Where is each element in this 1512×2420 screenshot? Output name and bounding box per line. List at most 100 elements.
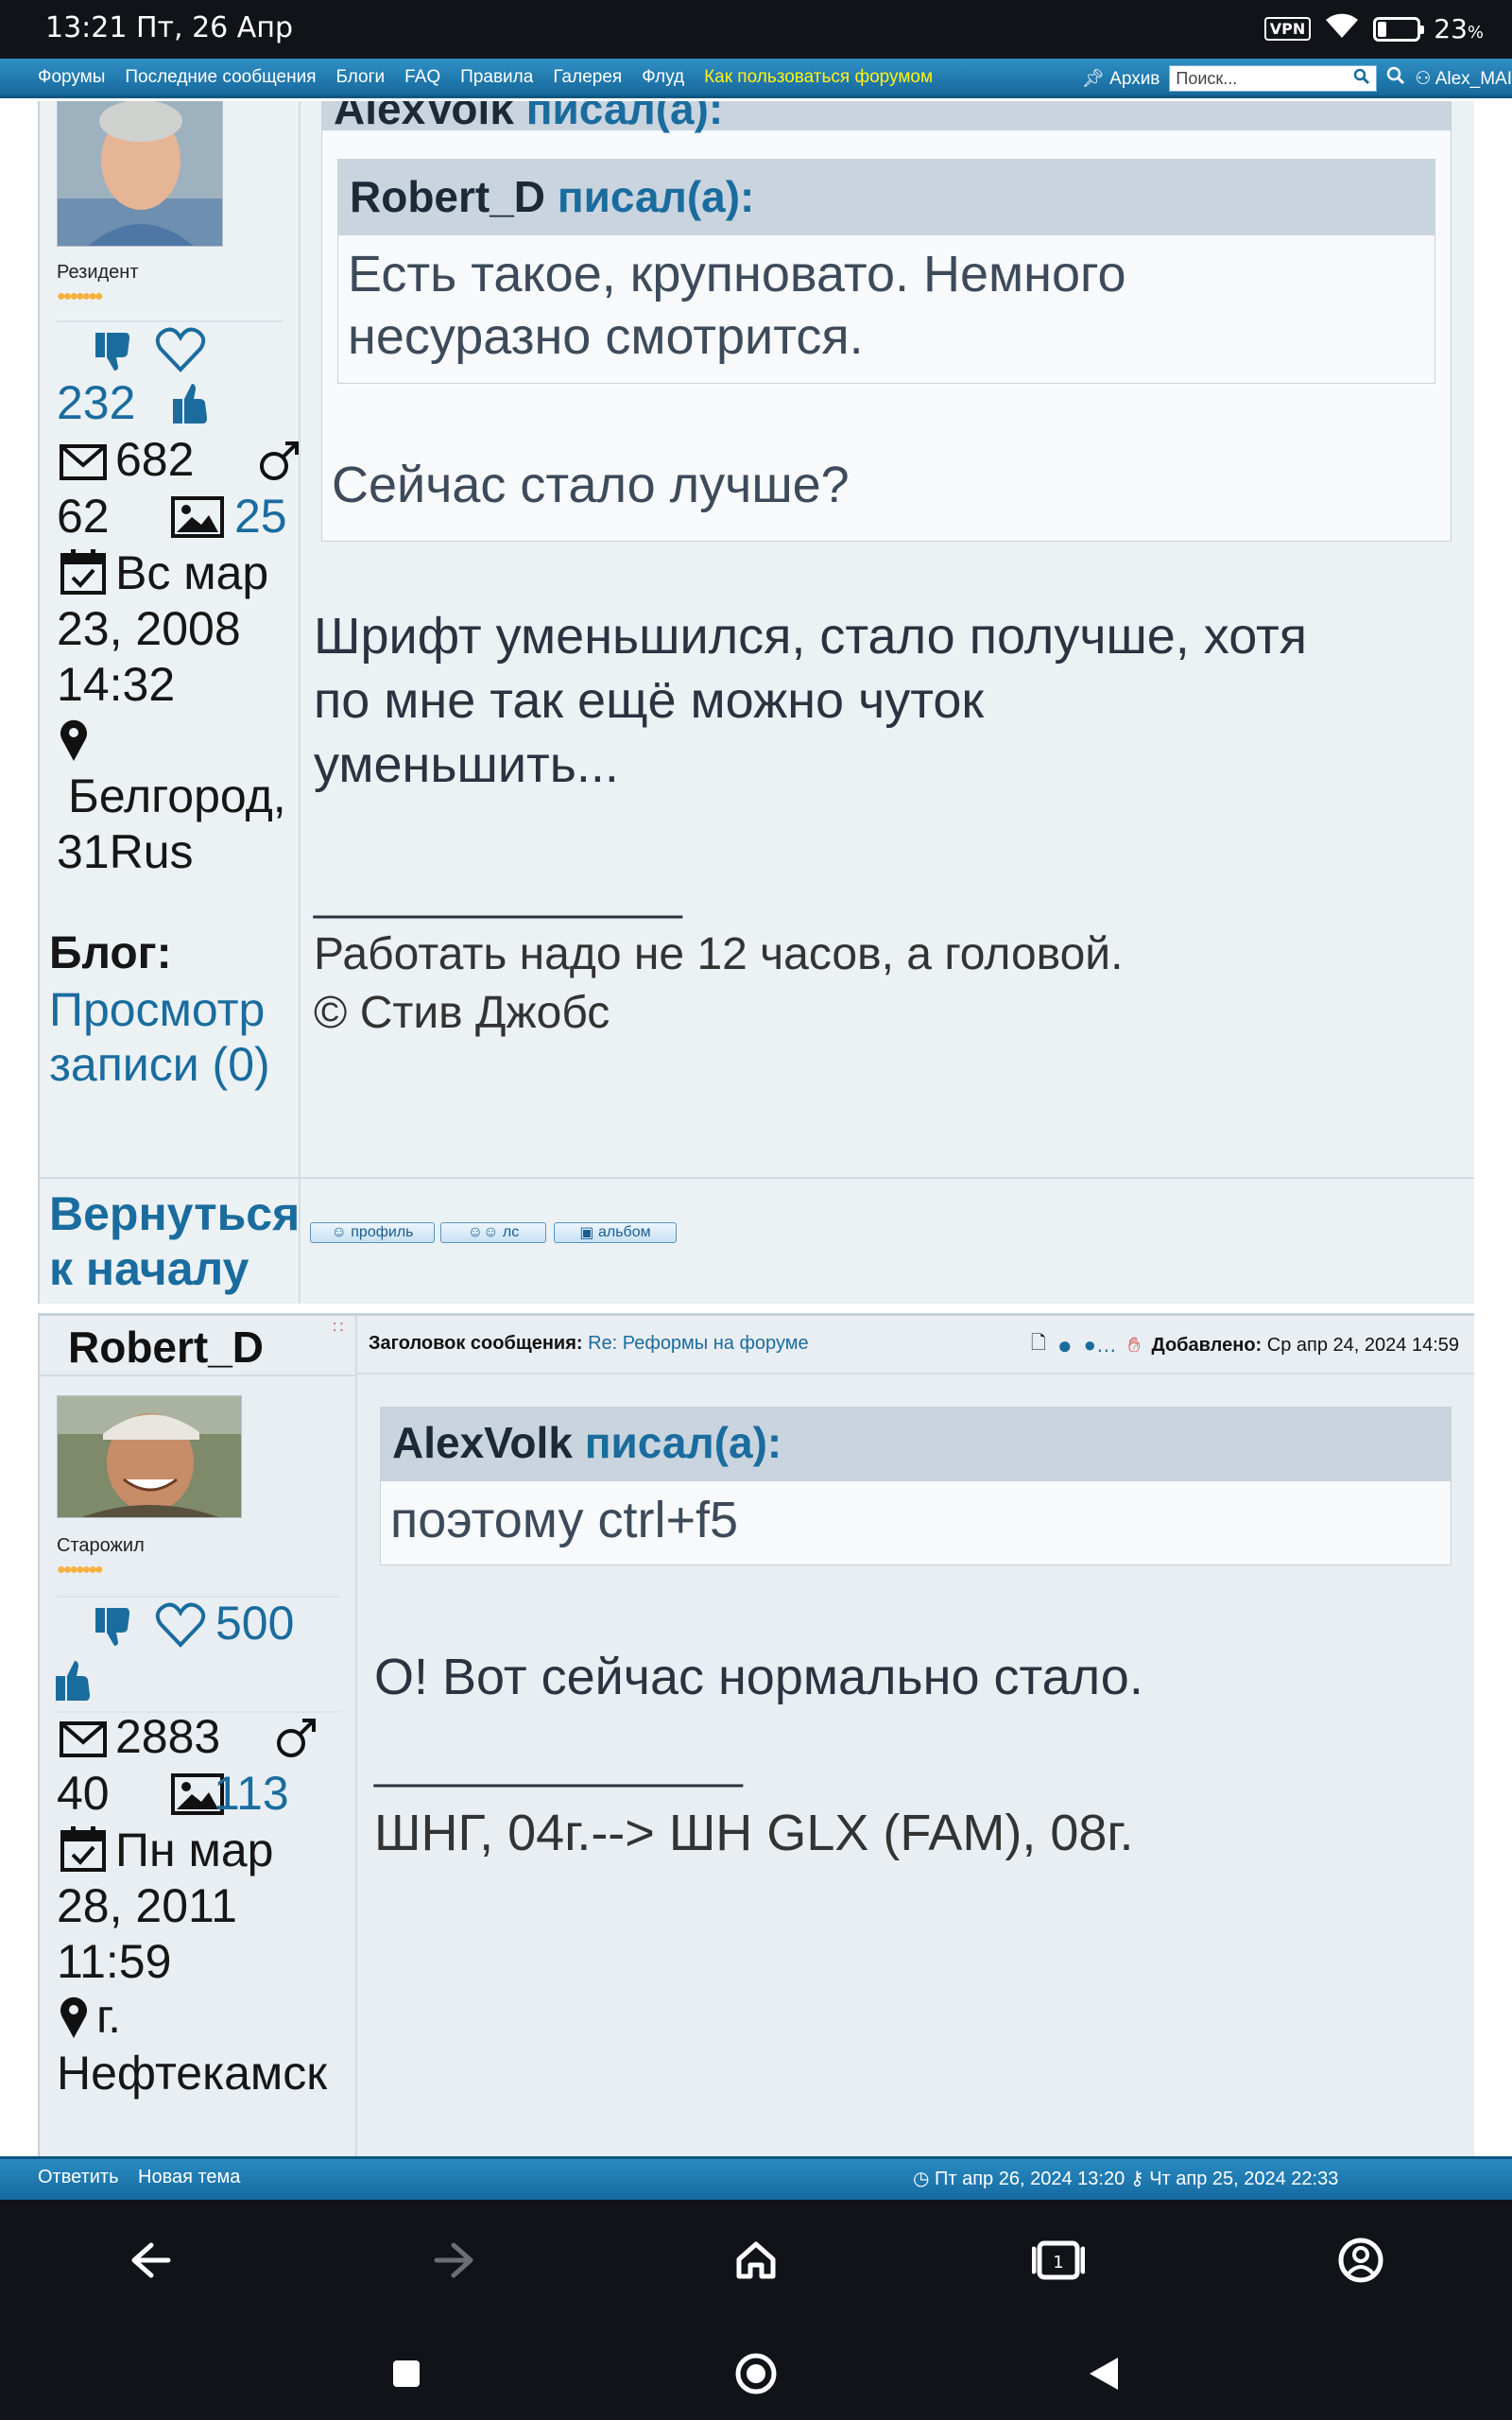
quote-author[interactable]: AlexVolk: [334, 101, 514, 133]
report-icon[interactable]: ✋︎: [1128, 1333, 1141, 1357]
calendar-icon: [57, 1823, 110, 1876]
author-name-divider: [40, 1374, 357, 1376]
post-subject: Заголовок сообщения: Re: Реформы на фору…: [369, 1333, 809, 1355]
nested-quote: Robert_D писал(а): Есть такое, крупноват…: [337, 159, 1435, 384]
message-line1: Шрифт уменьшился, стало получше, хотя: [314, 608, 1308, 665]
svg-text:1: 1: [1053, 2253, 1063, 2273]
post-author-profile: Резидент ●●●●●●● 232 682 62 25 Вс мар 23…: [40, 101, 301, 1304]
reg-date-line1: Пн мар: [115, 1824, 274, 1876]
advanced-search-icon[interactable]: [1386, 66, 1405, 91]
last-visit: ⚷ Чт апр 25, 2024 22:33: [1130, 2169, 1339, 2189]
heart-icon[interactable]: [151, 320, 210, 379]
forum-bottom-bar: Ответить Новая тема ◷ Пт апр 26, 2024 13…: [0, 2156, 1512, 2200]
post-author-profile: Robert_D ∷ Старожил ●●●●●●● 500 2883 40 …: [40, 1316, 357, 2156]
nav-rules[interactable]: Правила: [460, 67, 533, 88]
blog-link-line1[interactable]: Просмотр: [49, 982, 265, 1038]
nested-quote-text-line1: Есть такое, крупновато. Немного: [348, 246, 1126, 302]
location-line1: г.: [96, 1990, 122, 2043]
nested-quote-author[interactable]: Robert_D: [350, 172, 545, 221]
back-to-top-line2[interactable]: к началу: [49, 1241, 249, 1297]
account-icon[interactable]: [1332, 2232, 1389, 2289]
likes-count[interactable]: 232: [57, 375, 135, 431]
post-message: О! Вот сейчас нормально стало.: [374, 1649, 1143, 1705]
signature-line2: © Стив Джобс: [314, 988, 610, 1038]
outer-quote-header: AlexVolk писал(а):: [322, 101, 1451, 133]
forward-arrow-icon[interactable]: [425, 2232, 482, 2289]
battery-level: [1378, 21, 1387, 37]
system-home-icon[interactable]: [728, 2345, 784, 2402]
avatar[interactable]: [57, 101, 223, 247]
like-icon[interactable]: [47, 1654, 100, 1707]
post-actions: 🗋︎ ● ●… ✋︎ Добавлено: Ср апр 24, 2024 14…: [1031, 1329, 1459, 1361]
post-author-name[interactable]: Robert_D: [68, 1322, 264, 1373]
message-line3: уменьшить...: [314, 736, 619, 793]
quote-icon[interactable]: ●: [1057, 1331, 1073, 1360]
reply-button[interactable]: Ответить: [38, 2167, 119, 2188]
nav-latest-posts[interactable]: Последние сообщения: [125, 67, 316, 88]
pm-button[interactable]: ☺︎☺︎ лс: [440, 1222, 546, 1243]
subject-link[interactable]: Re: Реформы на форуме: [588, 1333, 809, 1354]
blog-link-line2[interactable]: записи (0): [49, 1037, 270, 1093]
avatar[interactable]: [57, 1395, 242, 1518]
location-icon: [57, 1993, 91, 2042]
added-label: Добавлено:: [1151, 1334, 1263, 1356]
messages-count: 682: [115, 433, 195, 486]
wifi-icon: [1324, 11, 1360, 46]
vpn-icon: VPN: [1263, 17, 1312, 41]
reg-date-line1: Вс мар: [115, 546, 269, 599]
nav-gallery[interactable]: Галерея: [553, 67, 622, 88]
photos-count[interactable]: 25: [234, 489, 287, 544]
location-icon: [57, 716, 91, 765]
post-robert-d: Robert_D ∷ Старожил ●●●●●●● 500 2883 40 …: [38, 1313, 1474, 2156]
dislike-icon[interactable]: [87, 1599, 140, 1652]
battery-percent: 23%: [1434, 13, 1484, 44]
nested-quote-header: Robert_D писал(а):: [338, 160, 1435, 235]
user-menu[interactable]: ⚇ Alex_MAI: [1415, 68, 1512, 90]
reply-icon[interactable]: ●…: [1084, 1333, 1117, 1357]
likes-count[interactable]: 500: [215, 1596, 294, 1651]
tabs-icon[interactable]: 1: [1030, 2232, 1087, 2289]
dislike-icon[interactable]: [87, 324, 140, 377]
calendar-icon: [57, 545, 110, 598]
post-footer-separator: [40, 1177, 1474, 1179]
back-arrow-icon[interactable]: [123, 2232, 180, 2289]
subject-label: Заголовок сообщения:: [369, 1333, 583, 1354]
heart-icon[interactable]: [151, 1596, 210, 1654]
recents-icon[interactable]: [378, 2345, 435, 2402]
nav-how-to-use[interactable]: Как пользоваться форумом: [704, 67, 933, 88]
post-message: Шрифт уменьшился, стало получше, хотя по…: [314, 604, 1307, 797]
nav-flood[interactable]: Флуд: [642, 67, 684, 88]
key-icon: ⚷: [1130, 2169, 1144, 2189]
system-back-icon[interactable]: [1075, 2345, 1132, 2402]
quote-header: AlexVolk писал(а):: [381, 1408, 1451, 1481]
photos-count[interactable]: 113: [214, 1766, 289, 1822]
back-to-top-line1[interactable]: Вернуться: [49, 1186, 300, 1242]
search-icon[interactable]: [1353, 68, 1370, 90]
nav-blogs[interactable]: Блоги: [335, 67, 385, 88]
user-rank: Старожил: [57, 1535, 145, 1556]
reg-date-line2: 23, 2008: [57, 602, 241, 655]
quote-wrote-label: писал(а):: [525, 101, 724, 133]
nav-right-group: 📌︎ Архив Поиск... ⚇ Alex_MAI: [1082, 59, 1512, 98]
nav-faq[interactable]: FAQ: [404, 67, 440, 88]
messages-icon: [57, 438, 110, 487]
signature: Работать надо не 12 часов, а головой. © …: [314, 925, 1123, 1043]
home-icon[interactable]: [728, 2232, 784, 2289]
message-line2: по мне так ещё можно чуток: [314, 672, 984, 729]
archive-link[interactable]: 📌︎ Архив: [1082, 67, 1160, 90]
location-line2: 31Rus: [57, 825, 194, 878]
clock-icon: ◷: [913, 2169, 930, 2189]
current-time: ◷ Пт апр 26, 2024 13:20: [913, 2169, 1125, 2189]
like-icon[interactable]: [164, 377, 217, 430]
post-link-icon[interactable]: 🗋︎: [1031, 1329, 1046, 1361]
quote-author[interactable]: AlexVolk: [392, 1418, 573, 1467]
nav-forums[interactable]: Форумы: [38, 67, 105, 88]
profile-button[interactable]: ☺︎ профиль: [310, 1222, 435, 1243]
new-topic-button[interactable]: Новая тема: [138, 2167, 240, 2188]
user-age: 40: [57, 1767, 110, 1820]
search-input[interactable]: Поиск...: [1169, 65, 1378, 92]
post-header: Заголовок сообщения: Re: Реформы на фору…: [357, 1316, 1474, 1374]
added-date: Добавлено: Ср апр 24, 2024 14:59: [1151, 1334, 1459, 1356]
quote-text: поэтому ctrl+f5: [390, 1492, 739, 1548]
album-button[interactable]: ▣ альбом: [554, 1222, 677, 1243]
